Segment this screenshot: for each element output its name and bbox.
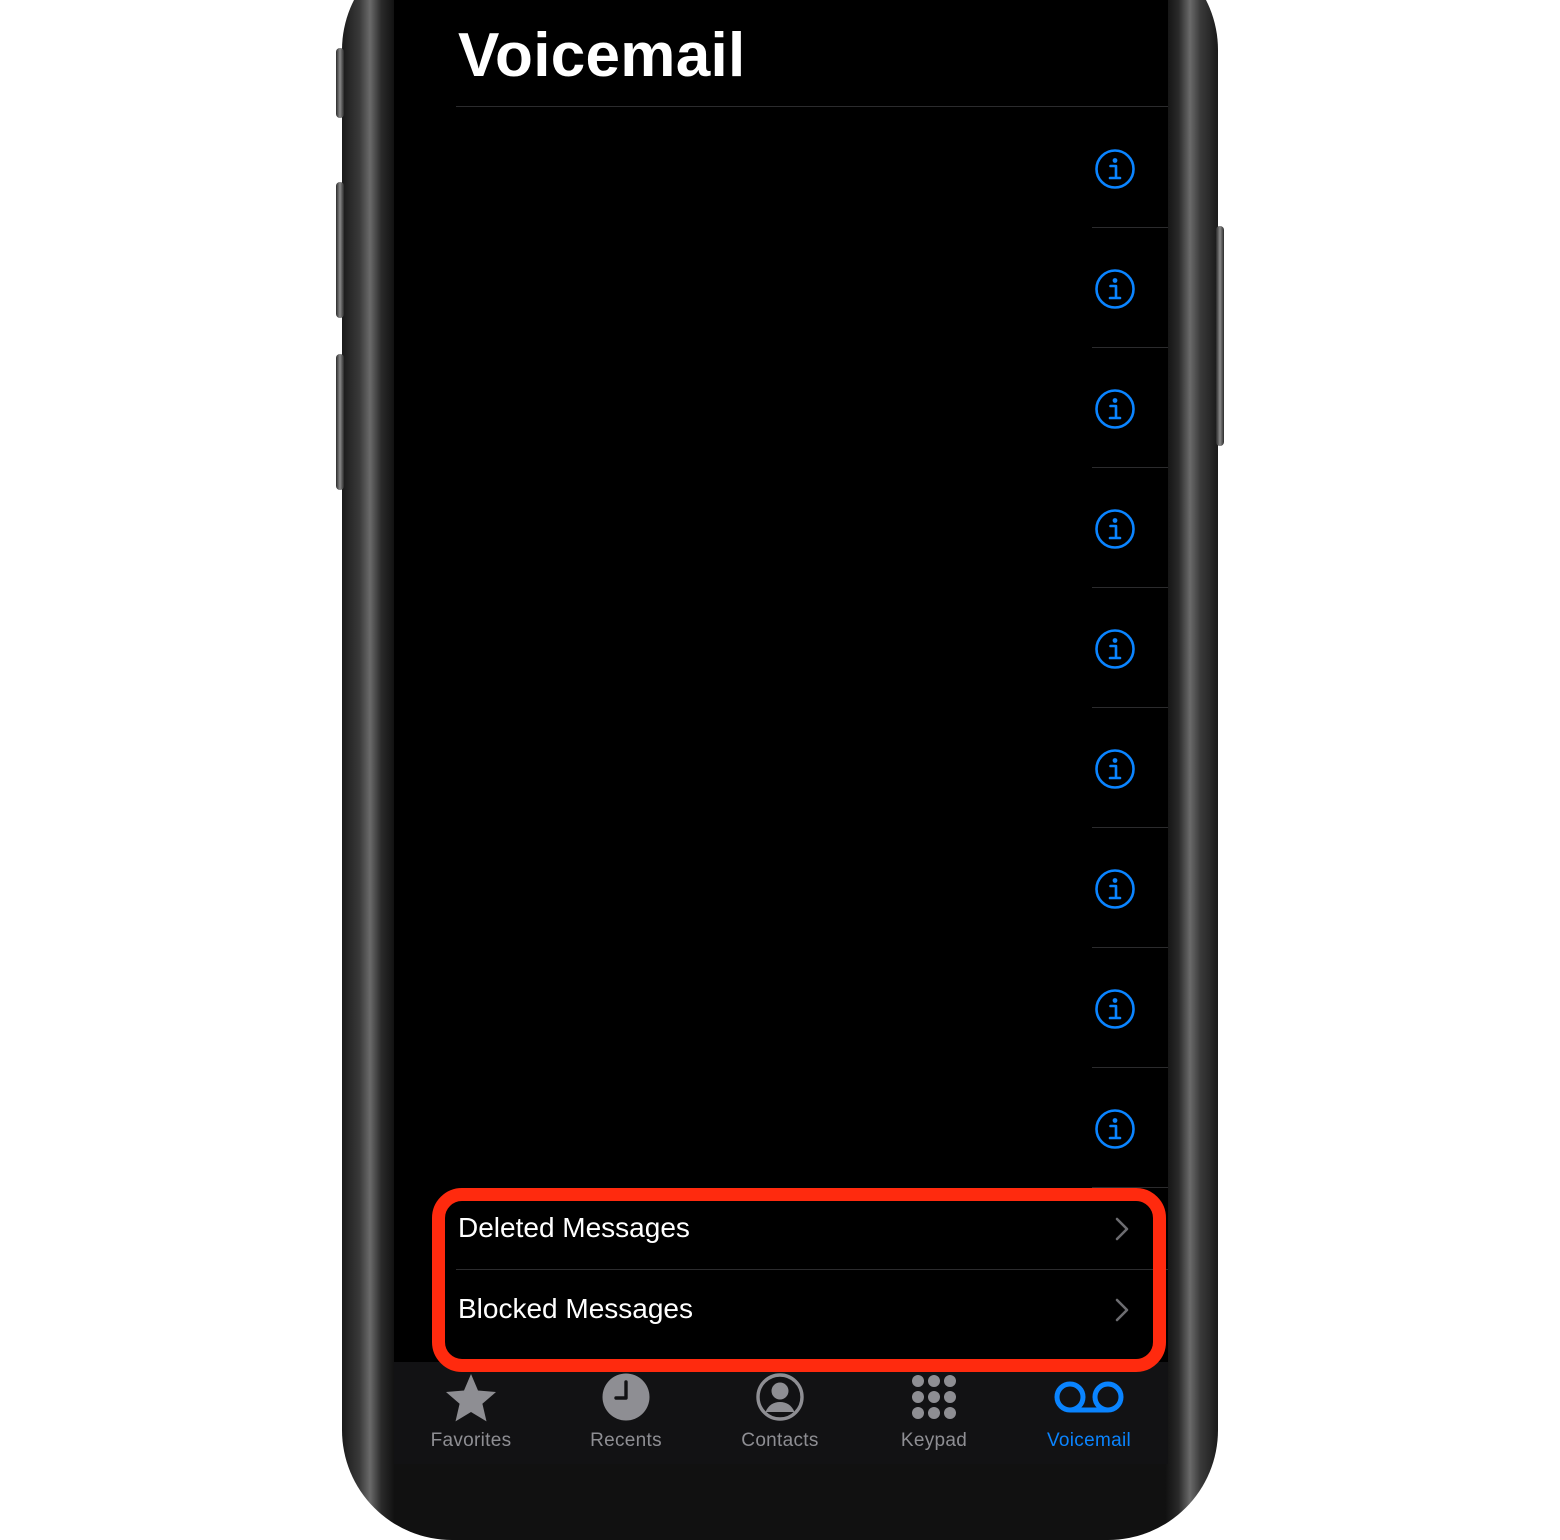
title-divider	[456, 106, 1168, 107]
volume-up-button	[336, 182, 344, 318]
volume-down-button	[336, 354, 344, 490]
page-title: Voicemail	[458, 21, 746, 90]
tab-voicemail[interactable]: Voicemail	[1014, 1362, 1164, 1464]
voicemail-row[interactable]	[394, 228, 1168, 348]
voicemail-icon	[1054, 1381, 1124, 1413]
voicemail-row[interactable]	[394, 1068, 1168, 1188]
keypad-icon	[912, 1375, 956, 1419]
chevron-right-icon	[1115, 1217, 1129, 1241]
phone-screen: Voicemail Deleted Messages Blocked Messa…	[394, 0, 1168, 1464]
power-button	[1216, 226, 1224, 446]
voicemail-row[interactable]	[394, 828, 1168, 948]
deleted-messages-row[interactable]: Deleted Messages	[394, 1188, 1168, 1270]
tab-keypad[interactable]: Keypad	[859, 1362, 1009, 1464]
voicemail-row[interactable]	[394, 588, 1168, 708]
tab-label: Favorites	[430, 1430, 512, 1451]
tab-label: Voicemail	[1046, 1430, 1132, 1451]
tab-label: Contacts	[741, 1430, 819, 1451]
tab-contacts[interactable]: Contacts	[705, 1362, 855, 1464]
info-icon[interactable]	[1094, 628, 1136, 670]
voicemail-row[interactable]	[394, 348, 1168, 468]
chevron-right-icon	[1115, 1298, 1129, 1322]
tab-label: Recents	[590, 1430, 662, 1451]
info-icon[interactable]	[1094, 148, 1136, 190]
info-icon[interactable]	[1094, 868, 1136, 910]
silent-switch	[336, 48, 344, 118]
info-icon[interactable]	[1094, 268, 1136, 310]
voicemail-row[interactable]	[394, 468, 1168, 588]
blocked-messages-label: Blocked Messages	[458, 1293, 694, 1324]
voicemail-folders: Deleted Messages Blocked Messages	[394, 1188, 1168, 1350]
info-icon[interactable]	[1094, 388, 1136, 430]
voicemail-row[interactable]	[394, 708, 1168, 828]
info-icon[interactable]	[1094, 508, 1136, 550]
star-icon	[446, 1374, 496, 1422]
info-icon[interactable]	[1094, 748, 1136, 790]
info-icon[interactable]	[1094, 988, 1136, 1030]
voicemail-row[interactable]	[394, 948, 1168, 1068]
info-icon[interactable]	[1094, 1108, 1136, 1150]
voicemail-row[interactable]	[394, 108, 1168, 228]
person-circle-icon	[756, 1373, 804, 1421]
tab-bar: Favorites Recents Contacts Keypad Voicem…	[394, 1362, 1168, 1464]
tab-label: Keypad	[900, 1430, 968, 1451]
tab-recents[interactable]: Recents	[551, 1362, 701, 1464]
deleted-messages-label: Deleted Messages	[458, 1212, 690, 1243]
voicemail-list	[394, 108, 1168, 1188]
clock-icon	[602, 1373, 650, 1421]
tab-favorites[interactable]: Favorites	[396, 1362, 546, 1464]
blocked-messages-row[interactable]: Blocked Messages	[394, 1269, 1168, 1350]
